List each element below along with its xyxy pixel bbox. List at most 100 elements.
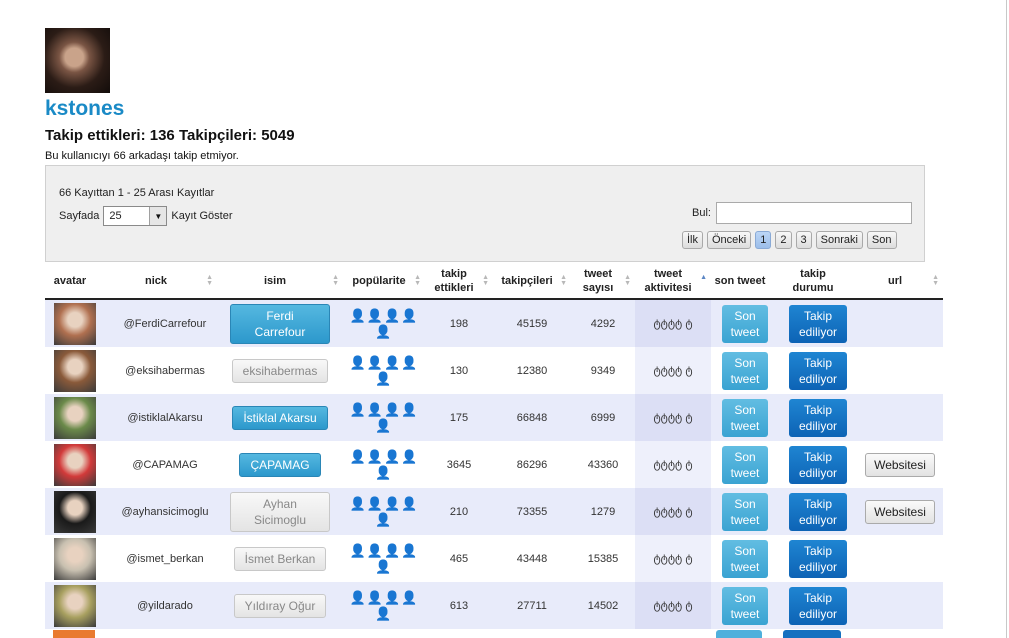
avatar[interactable]	[54, 349, 96, 392]
search-input[interactable]	[716, 202, 912, 224]
popularity-icons: 👤👤👤👤👤	[349, 589, 419, 621]
name-button[interactable]: Ayhan Sicimoglu	[230, 491, 330, 532]
col-takipcileri[interactable]: takipçileri ▲ ▼	[493, 264, 571, 300]
table-row: @eksihabermas eksihabermas 👤👤👤👤👤 130 12380 93…	[45, 347, 943, 394]
son-tweet-button[interactable]: Son tweet	[722, 351, 768, 390]
name-button[interactable]: Yıldıray Oğur	[233, 593, 327, 618]
popularity-cell: 👤👤👤👤👤	[343, 488, 425, 535]
url-cell	[857, 394, 943, 441]
window-edge	[1006, 0, 1007, 638]
takip-button[interactable]: Takip ediliyor	[789, 586, 847, 625]
avatar[interactable]	[54, 490, 96, 533]
col-popularite[interactable]: popülarite ▲ ▼	[343, 264, 425, 300]
nick-link[interactable]: @yildarado	[105, 582, 217, 629]
per-page-value: 25	[109, 210, 122, 222]
avatar[interactable]	[54, 537, 96, 580]
following-count: 3645	[425, 441, 493, 488]
avatar[interactable]	[54, 302, 96, 345]
son-tweet-button[interactable]	[716, 630, 762, 638]
popularity-icons: 👤👤👤👤👤	[349, 495, 419, 527]
nick-link[interactable]: @ismet_berkan	[105, 535, 217, 582]
popularity-cell: 👤👤👤👤👤	[343, 441, 425, 488]
popularity-cell: 👤👤👤👤👤	[343, 347, 425, 394]
pager-next[interactable]: Sonraki	[815, 231, 863, 249]
chevron-down-icon[interactable]: ▼	[149, 207, 167, 225]
status-cell: Takip ediliyor	[779, 347, 857, 394]
name-button[interactable]: Ferdi Carrefour	[230, 303, 330, 344]
popularity-cell: 👤👤👤👤👤	[343, 299, 425, 347]
name-cell: Yıldıray Oğur	[217, 582, 343, 629]
nick-link[interactable]: @ayhansicimoglu	[105, 488, 217, 535]
name-button[interactable]: İstiklal Akarsu	[232, 405, 328, 430]
col-takip-durumu[interactable]: takip durumu	[779, 264, 857, 300]
table-controls-panel: 66 Kayıttan 1 - 25 Arası Kayıtlar Sayfad…	[45, 165, 925, 262]
col-tweet-aktivitesi[interactable]: tweet aktivitesi ▲	[635, 264, 711, 300]
tweet-count: 4292	[571, 299, 635, 347]
following-count: 175	[425, 394, 493, 441]
pager-page-3[interactable]: 3	[795, 231, 812, 249]
per-page-prefix: Sayfada	[59, 210, 100, 222]
followers-count: 45159	[493, 299, 571, 347]
col-avatar[interactable]: avatar	[45, 264, 105, 300]
nick-link[interactable]: @FerdiCarrefour	[105, 299, 217, 347]
status-cell: Takip ediliyor	[779, 488, 857, 535]
website-button[interactable]: Websitesi	[865, 499, 935, 524]
avatar-cell	[45, 582, 105, 629]
flame-icon: ტტტტ ტ	[653, 317, 693, 330]
name-button[interactable]: eksihabermas	[231, 358, 329, 383]
avatar-cell	[45, 394, 105, 441]
popularity-icons: 👤👤👤👤👤	[349, 542, 419, 574]
followers-count: 12380	[493, 347, 571, 394]
nick-link[interactable]: @CAPAMAG	[105, 441, 217, 488]
pager-first[interactable]: İlk	[682, 231, 703, 249]
table-row: @yildarado Yıldıray Oğur 👤👤👤👤👤 613 27711 1450…	[45, 582, 943, 629]
son-tweet-cell: Son tweet	[711, 582, 779, 629]
son-tweet-button[interactable]: Son tweet	[722, 586, 768, 625]
takip-button[interactable]	[783, 630, 841, 638]
partial-row	[45, 630, 943, 638]
takip-button[interactable]: Takip ediliyor	[789, 539, 847, 578]
nick-link[interactable]: @istiklalAkarsu	[105, 394, 217, 441]
son-tweet-button[interactable]: Son tweet	[722, 445, 768, 484]
sort-icon: ▲ ▼	[414, 274, 421, 287]
pager-prev[interactable]: Önceki	[707, 231, 752, 249]
pager-page-2[interactable]: 2	[775, 231, 792, 249]
takip-button[interactable]: Takip ediliyor	[789, 445, 847, 484]
col-son-tweet[interactable]: son tweet	[711, 264, 779, 300]
son-tweet-button[interactable]: Son tweet	[722, 492, 768, 531]
son-tweet-button[interactable]: Son tweet	[722, 304, 768, 343]
popularity-cell: 👤👤👤👤👤	[343, 394, 425, 441]
takip-button[interactable]: Takip ediliyor	[789, 492, 847, 531]
sort-icon: ▲ ▼	[482, 274, 489, 287]
per-page-select[interactable]: 25 ▼	[103, 206, 168, 226]
sort-icon: ▲ ▼	[206, 274, 213, 287]
popularity-cell: 👤👤👤👤👤	[343, 535, 425, 582]
url-cell: Websitesi	[857, 441, 943, 488]
name-cell: İstiklal Akarsu	[217, 394, 343, 441]
avatar-cell	[45, 488, 105, 535]
flame-icon: ტტტტ ტ	[653, 364, 693, 377]
avatar[interactable]	[54, 443, 96, 486]
takip-button[interactable]: Takip ediliyor	[789, 304, 847, 343]
avatar[interactable]	[54, 584, 96, 627]
son-tweet-button[interactable]: Son tweet	[722, 398, 768, 437]
nick-link[interactable]: @eksihabermas	[105, 347, 217, 394]
name-button[interactable]: İsmet Berkan	[233, 546, 327, 571]
col-isim[interactable]: isim ▲ ▼	[217, 264, 343, 300]
col-url[interactable]: url ▲ ▼	[857, 264, 943, 300]
col-tweet-sayisi[interactable]: tweet sayısı ▲ ▼	[571, 264, 635, 300]
col-takip-ettikleri[interactable]: takip ettikleri ▲ ▼	[425, 264, 493, 300]
table-header-row: avatar nick ▲ ▼ isim ▲ ▼ popülarite ▲ ▼ takip …	[45, 264, 943, 300]
name-cell: ÇAPAMAG	[217, 441, 343, 488]
name-button[interactable]: ÇAPAMAG	[239, 452, 321, 477]
takip-button[interactable]: Takip ediliyor	[789, 351, 847, 390]
takip-button[interactable]: Takip ediliyor	[789, 398, 847, 437]
avatar[interactable]	[54, 396, 96, 439]
flame-icon: ტტტტ ტ	[653, 599, 693, 612]
website-button[interactable]: Websitesi	[865, 452, 935, 477]
pager-page-1[interactable]: 1	[755, 231, 772, 249]
col-nick[interactable]: nick ▲ ▼	[105, 264, 217, 300]
pager-last[interactable]: Son	[866, 231, 897, 249]
son-tweet-button[interactable]: Son tweet	[722, 539, 768, 578]
profile-username[interactable]: kstones	[45, 97, 124, 121]
